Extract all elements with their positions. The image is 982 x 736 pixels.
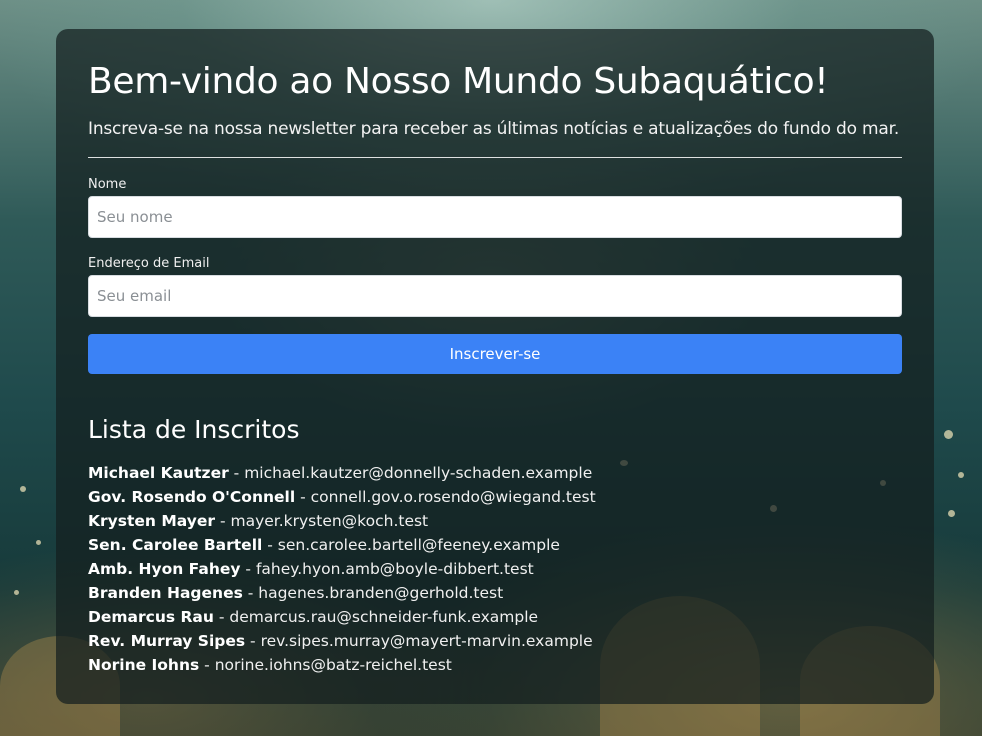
bubble (36, 540, 41, 545)
list-item: Amb. Hyon Fahey - fahey.hyon.amb@boyle-d… (88, 557, 902, 581)
separator: - (240, 560, 256, 578)
separator: - (295, 488, 311, 506)
name-input[interactable] (88, 196, 902, 238)
bubble (948, 510, 955, 517)
list-item: Demarcus Rau - demarcus.rau@schneider-fu… (88, 605, 902, 629)
name-label: Nome (88, 177, 127, 192)
page-subtitle: Inscreva-se na nossa newsletter para rec… (88, 119, 900, 139)
bubble (958, 472, 964, 478)
subscribe-form: Nome Endereço de Email Inscrever-se (88, 177, 902, 374)
list-item: Rev. Murray Sipes - rev.sipes.murray@may… (88, 629, 902, 653)
list-item: Norine Iohns - norine.iohns@batz-reichel… (88, 653, 902, 677)
subscriber-email: hagenes.branden@gerhold.test (258, 584, 504, 602)
email-input[interactable] (88, 275, 902, 317)
divider (88, 157, 902, 158)
bubble (20, 486, 26, 492)
subscribe-button[interactable]: Inscrever-se (88, 334, 902, 374)
email-label: Endereço de Email (88, 256, 210, 271)
page-title: Bem-vindo ao Nosso Mundo Subaquático! (88, 61, 829, 102)
subscriber-email: norine.iohns@batz-reichel.test (214, 656, 452, 674)
separator: - (245, 632, 261, 650)
subscriber-email: sen.carolee.bartell@feeney.example (277, 536, 560, 554)
subscriber-email: connell.gov.o.rosendo@wiegand.test (310, 488, 596, 506)
subscriber-name: Krysten Mayer (88, 512, 216, 530)
subscriber-email: michael.kautzer@donnelly-schaden.example (244, 464, 593, 482)
subscriber-name: Norine Iohns (88, 656, 200, 674)
separator: - (242, 584, 259, 602)
subscriber-email: rev.sipes.murray@mayert-marvin.example (260, 632, 593, 650)
separator: - (213, 608, 230, 626)
subscriber-name: Amb. Hyon Fahey (88, 560, 241, 578)
separator: - (228, 464, 245, 482)
subscriber-name: Gov. Rosendo O'Connell (88, 488, 296, 506)
bubble (14, 590, 19, 595)
subscriber-name: Rev. Murray Sipes (88, 632, 246, 650)
separator: - (199, 656, 215, 674)
subscriber-email: demarcus.rau@schneider-funk.example (229, 608, 539, 626)
subscriber-email: fahey.hyon.amb@boyle-dibbert.test (255, 560, 534, 578)
newsletter-card: Bem-vindo ao Nosso Mundo Subaquático! In… (56, 29, 934, 704)
subscriber-name: Michael Kautzer (88, 464, 229, 482)
subscriber-name: Branden Hagenes (88, 584, 243, 602)
subscriber-name: Sen. Carolee Bartell (88, 536, 263, 554)
list-item: Branden Hagenes - hagenes.branden@gerhol… (88, 581, 902, 605)
subscriber-email: mayer.krysten@koch.test (230, 512, 429, 530)
subscribers-title: Lista de Inscritos (88, 415, 300, 444)
separator: - (215, 512, 231, 530)
list-item: Gov. Rosendo O'Connell - connell.gov.o.r… (88, 485, 902, 509)
separator: - (262, 536, 278, 554)
bubble (944, 430, 953, 439)
subscriber-list: Michael Kautzer - michael.kautzer@donnel… (88, 461, 902, 677)
list-item: Sen. Carolee Bartell - sen.carolee.barte… (88, 533, 902, 557)
list-item: Krysten Mayer - mayer.krysten@koch.test (88, 509, 902, 533)
list-item: Michael Kautzer - michael.kautzer@donnel… (88, 461, 902, 485)
subscriber-name: Demarcus Rau (88, 608, 214, 626)
